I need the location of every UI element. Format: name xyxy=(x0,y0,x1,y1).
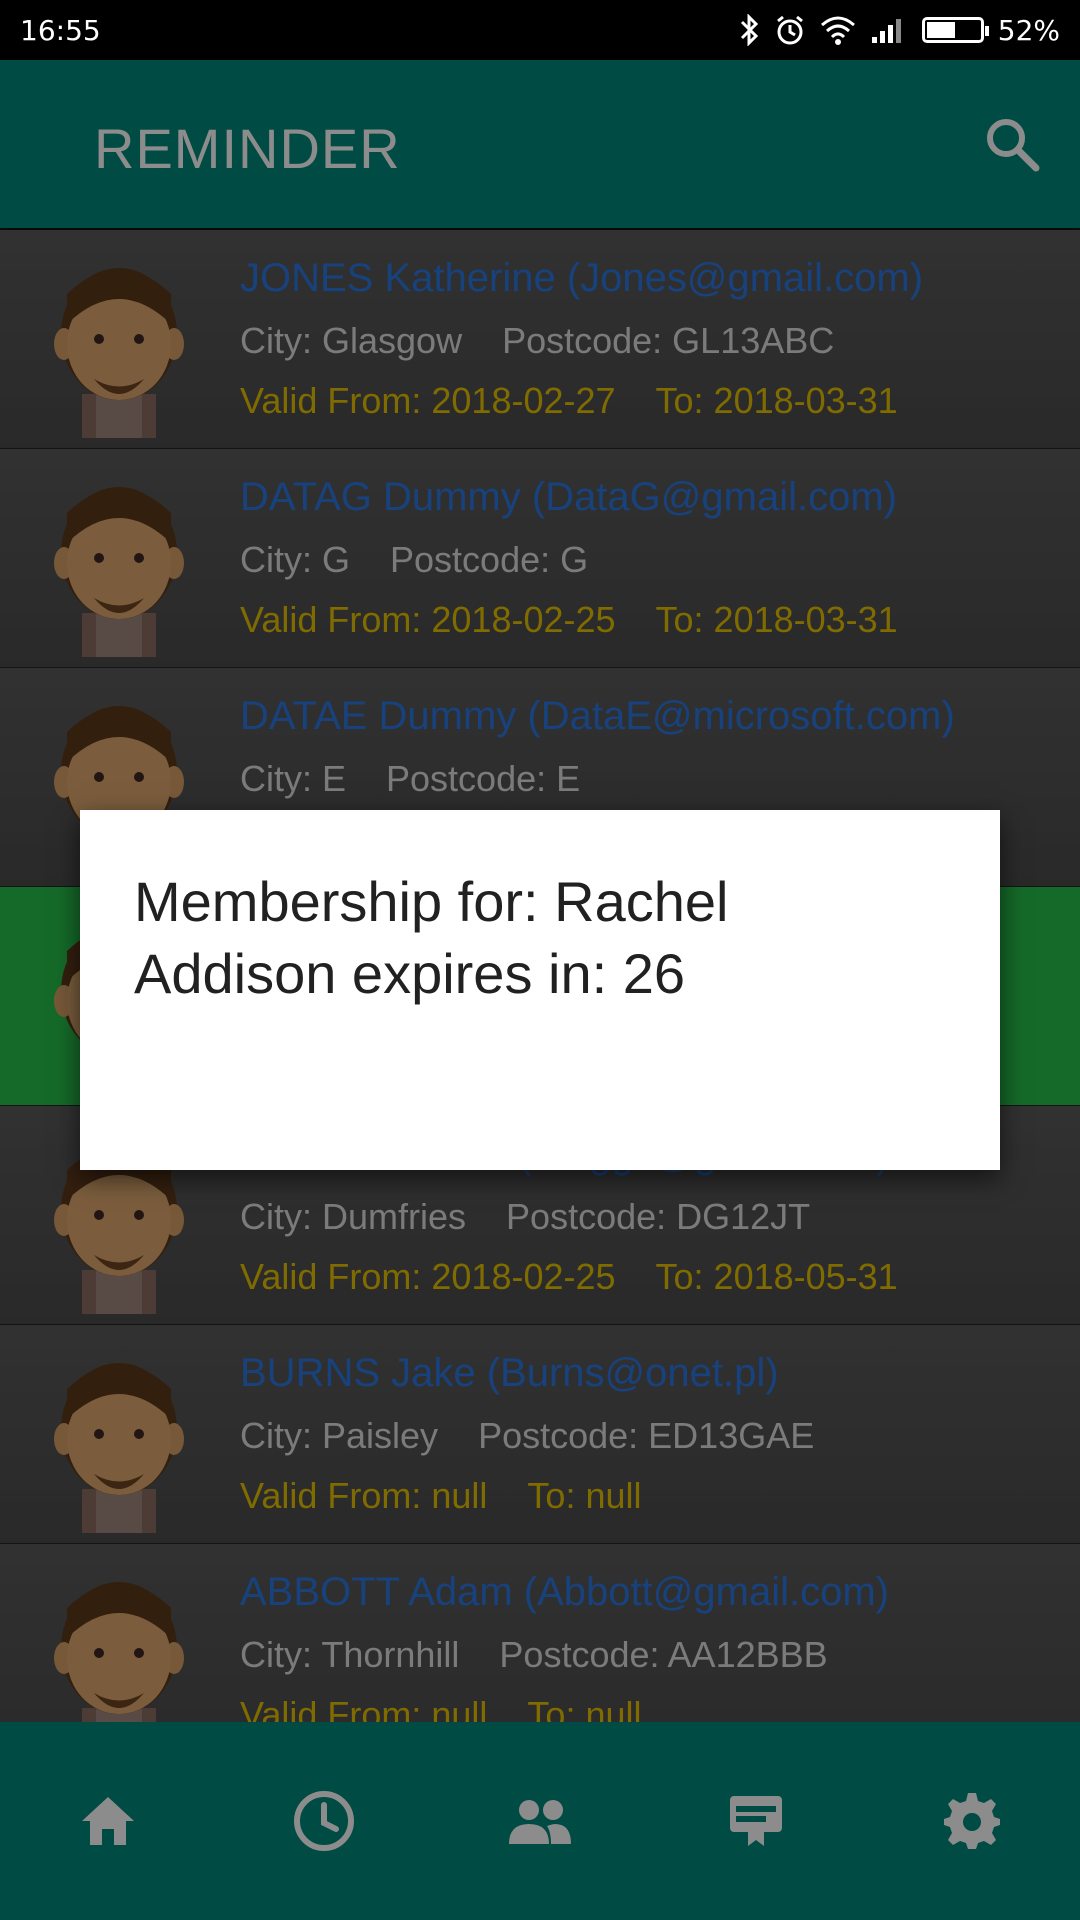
bluetooth-icon xyxy=(740,14,758,46)
battery-icon xyxy=(921,17,989,43)
signal-icon xyxy=(871,19,901,43)
alarm-icon xyxy=(776,15,803,45)
expiry-dialog[interactable]: Membership for: Rachel Addison expires i… xyxy=(80,810,1000,1170)
dialog-message: Membership for: Rachel Addison expires i… xyxy=(134,870,729,1005)
status-time: 16:55 xyxy=(20,13,101,47)
status-icons: 52% xyxy=(738,14,1060,47)
battery-percent: 52% xyxy=(997,13,1060,47)
wifi-icon xyxy=(820,16,855,45)
status-bar: 16:55 52% xyxy=(0,0,1080,60)
